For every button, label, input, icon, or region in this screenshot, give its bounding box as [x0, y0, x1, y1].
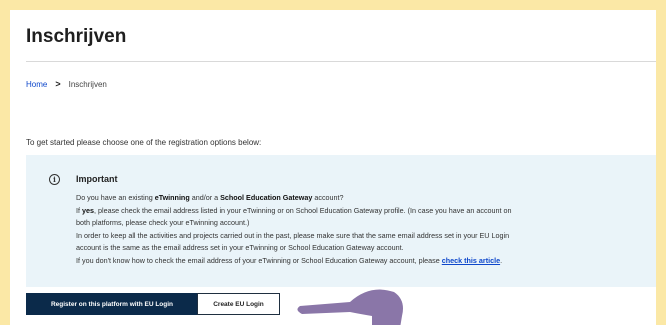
page-title: Inschrijven	[26, 26, 127, 47]
important-notice: i Important Do you have an existing eTwi…	[26, 155, 656, 287]
notice-text: account?	[312, 193, 344, 202]
register-eu-login-button[interactable]: Register on this platform with EU Login	[26, 293, 198, 315]
notice-line: both platforms, please check your eTwinn…	[76, 218, 250, 227]
notice-text: If you don't know how to check the email…	[76, 255, 442, 265]
notice-text: , please check the email address listed …	[94, 205, 512, 215]
check-article-link[interactable]: check this article	[442, 256, 500, 265]
notice-bold-text: yes	[82, 205, 94, 215]
breadcrumb: Home > Inschrijven	[26, 79, 107, 89]
create-eu-login-button[interactable]: Create EU Login	[197, 293, 280, 315]
pointing-arrow-icon	[297, 289, 403, 325]
notice-bold-text: School Education Gateway	[220, 193, 313, 202]
intro-text: To get started please choose one of the …	[26, 138, 262, 147]
notice-bold-text: eTwinning	[154, 193, 190, 202]
notice-heading: Important	[76, 174, 118, 184]
notice-line: Do you have an existing eTwinning and/or…	[76, 192, 640, 205]
breadcrumb-home-link[interactable]: Home	[26, 80, 47, 89]
notice-line: If yes, please check the email address l…	[76, 205, 640, 218]
notice-text: Do you have an existing	[76, 193, 155, 202]
notice-body: Do you have an existing eTwinning and/or…	[76, 192, 640, 267]
notice-line: If you don't know how to check the email…	[76, 255, 640, 268]
notice-text: and/or a	[189, 193, 221, 202]
title-divider	[26, 61, 656, 62]
notice-line: account is the same as the email address…	[76, 243, 404, 252]
breadcrumb-current: Inschrijven	[68, 79, 107, 89]
info-icon: i	[49, 174, 60, 185]
registration-page: Inschrijven Home > Inschrijven To get st…	[10, 10, 656, 325]
breadcrumb-separator-icon: >	[55, 79, 61, 89]
notice-text: .	[500, 255, 503, 265]
notice-line: In order to keep all the activities and …	[76, 230, 510, 240]
